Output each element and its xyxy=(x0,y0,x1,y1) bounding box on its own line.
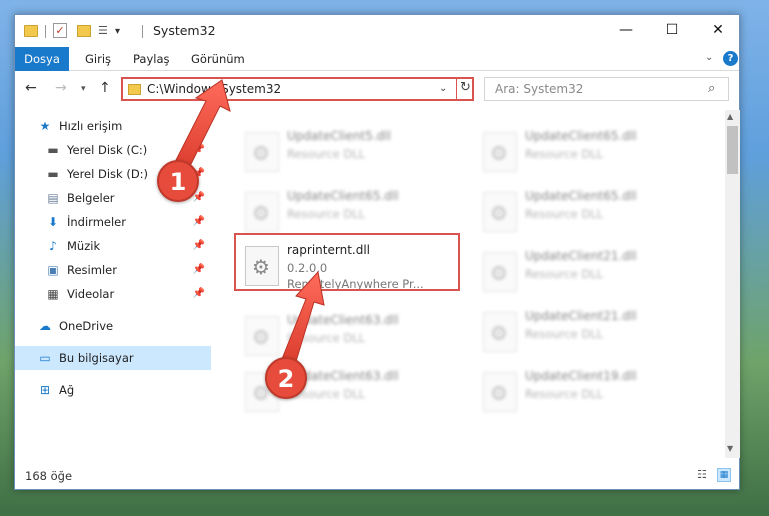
annotation-arrows xyxy=(171,79,325,369)
arrow-2-icon xyxy=(279,270,325,369)
step-1-badge: 1 xyxy=(157,160,199,202)
step-2-badge: 2 xyxy=(265,357,307,399)
